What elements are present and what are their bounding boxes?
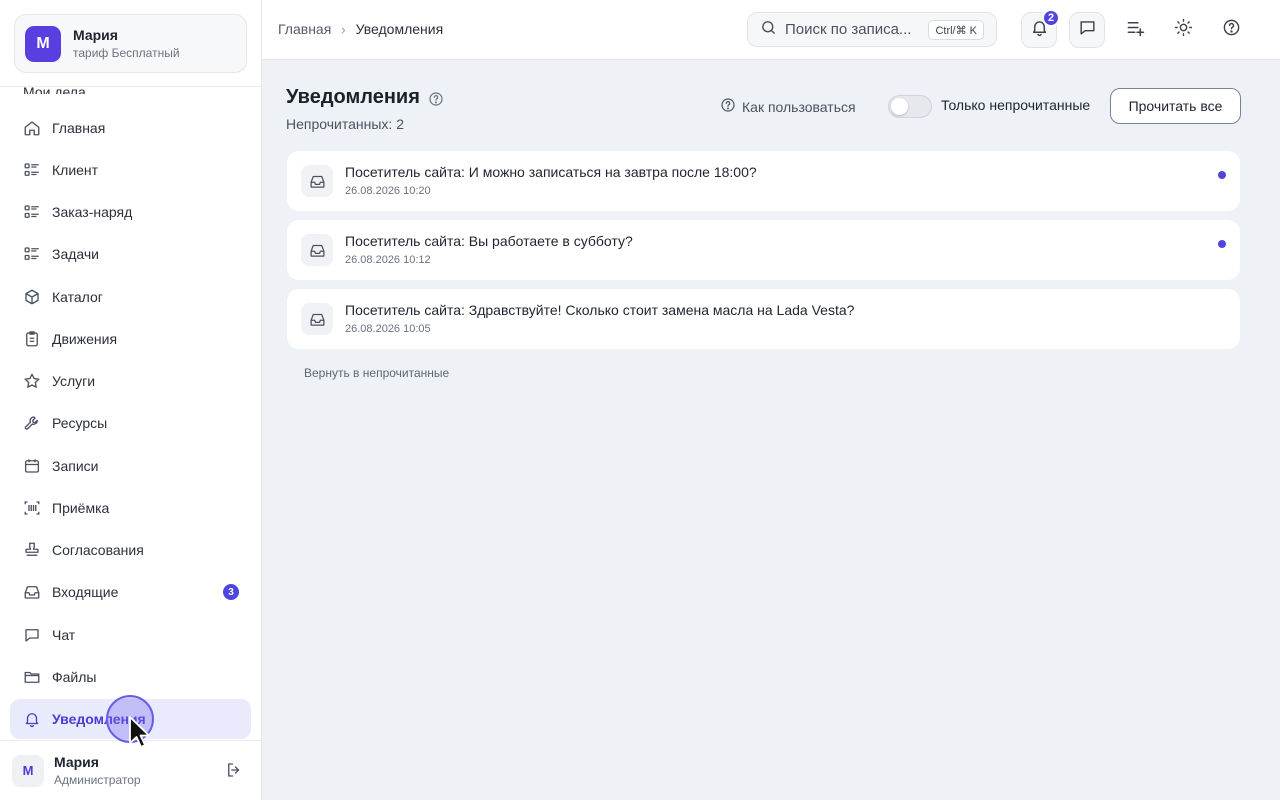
sidebar-item-inbox[interactable]: Входящие 3 <box>10 572 251 612</box>
list-icon <box>23 203 41 221</box>
sidebar-item-home[interactable]: Главная <box>10 108 251 148</box>
barcode-icon <box>23 499 41 517</box>
star-icon <box>23 372 41 390</box>
messages-button[interactable] <box>1069 12 1105 48</box>
sidebar-item-work-order[interactable]: Заказ-наряд <box>10 192 251 232</box>
help-icon <box>1222 18 1241 42</box>
list-icon <box>23 161 41 179</box>
search-input[interactable]: Поиск по записа... Ctrl/⌘ K <box>747 12 997 47</box>
notification-time: 26.08.2026 10:05 <box>345 323 431 335</box>
help-icon <box>720 97 742 116</box>
notification-text: Посетитель сайта: Вы работаете в субботу… <box>345 233 633 249</box>
logout-icon[interactable] <box>225 761 243 779</box>
wrench-icon <box>23 414 41 432</box>
unread-only-label: Только непрочитанные <box>941 97 1091 113</box>
inbox-count-badge: 3 <box>223 584 239 600</box>
mark-unread-link[interactable]: Вернуть в непрочитанные <box>304 366 449 380</box>
search-shortcut: Ctrl/⌘ K <box>928 20 984 40</box>
chat-icon <box>23 626 41 644</box>
unread-only-toggle[interactable] <box>888 95 932 118</box>
sidebar-item-services[interactable]: Услуги <box>10 361 251 401</box>
inbox-icon <box>301 303 333 335</box>
account-name: Мария <box>73 27 118 43</box>
folder-icon <box>23 668 41 686</box>
notification-item[interactable]: Посетитель сайта: И можно записаться на … <box>287 151 1240 211</box>
notifications-button[interactable]: 2 <box>1021 9 1060 48</box>
topbar: Главная › Уведомления Поиск по записа...… <box>262 0 1280 60</box>
read-all-button[interactable]: Прочитать все <box>1110 88 1241 124</box>
mouse-cursor-icon <box>129 716 150 748</box>
chat-icon <box>1078 18 1097 42</box>
breadcrumb-home-link[interactable]: Главная <box>278 21 331 37</box>
home-icon <box>23 119 41 137</box>
breadcrumb-current: Уведомления <box>355 21 444 37</box>
how-to-use-link[interactable]: Как пользоваться <box>720 97 856 116</box>
account-avatar: М <box>25 25 61 62</box>
notification-item[interactable]: Посетитель сайта: Вы работаете в субботу… <box>287 220 1240 280</box>
sidebar-item-catalog[interactable]: Каталог <box>10 277 251 317</box>
user-name: Мария <box>54 754 99 770</box>
user-avatar: М <box>12 754 44 787</box>
sidebar-item-tasks[interactable]: Задачи <box>10 234 251 274</box>
sidebar-divider <box>0 86 261 87</box>
inbox-icon <box>23 583 41 601</box>
sidebar-nav: Мои дела Главная Клиент Заказ-наряд Зада… <box>10 76 251 741</box>
sidebar-item-appointments[interactable]: Записи <box>10 446 251 486</box>
inbox-icon <box>301 165 333 197</box>
sidebar-item-my-tasks-partial[interactable]: Мои дела <box>23 76 86 94</box>
clipboard-icon <box>23 330 41 348</box>
notification-text: Посетитель сайта: И можно записаться на … <box>345 164 757 180</box>
unread-dot <box>1218 171 1226 179</box>
account-switcher[interactable]: М Мария тариф Бесплатный <box>14 14 247 73</box>
unread-count: Непрочитанных: 2 <box>286 116 404 132</box>
user-role: Администратор <box>54 773 141 787</box>
chevron-right-icon: › <box>341 21 346 37</box>
unread-dot <box>1218 240 1226 248</box>
notification-time: 26.08.2026 10:12 <box>345 254 431 266</box>
list-icon <box>23 245 41 263</box>
box-icon <box>23 288 41 306</box>
notification-text: Посетитель сайта: Здравствуйте! Сколько … <box>345 302 855 318</box>
sidebar-item-movements[interactable]: Движения <box>10 319 251 359</box>
task-list-button[interactable] <box>1117 12 1153 48</box>
toggle-knob <box>891 98 908 115</box>
notification-time: 26.08.2026 10:20 <box>345 185 431 197</box>
sidebar-item-resources[interactable]: Ресурсы <box>10 403 251 443</box>
notifications-badge: 2 <box>1042 9 1060 27</box>
sidebar-item-intake[interactable]: Приёмка <box>10 488 251 528</box>
sidebar-item-client[interactable]: Клиент <box>10 150 251 190</box>
theme-toggle-button[interactable] <box>1165 12 1201 48</box>
account-plan: тариф Бесплатный <box>73 46 180 60</box>
list-add-icon <box>1126 18 1145 42</box>
sun-icon <box>1174 18 1193 42</box>
bell-icon <box>23 710 41 728</box>
calendar-icon <box>23 457 41 475</box>
breadcrumb: Главная › Уведомления <box>278 21 443 37</box>
stamp-icon <box>23 541 41 559</box>
sidebar-item-approvals[interactable]: Согласования <box>10 530 251 570</box>
search-icon <box>760 19 777 41</box>
help-button[interactable] <box>1213 12 1249 48</box>
help-icon[interactable] <box>428 90 444 106</box>
notification-item[interactable]: Посетитель сайта: Здравствуйте! Сколько … <box>287 289 1240 349</box>
user-profile[interactable]: М Мария Администратор <box>0 740 261 800</box>
sidebar-item-files[interactable]: Файлы <box>10 657 251 697</box>
sidebar: М Мария тариф Бесплатный Мои дела Главна… <box>0 0 262 800</box>
inbox-icon <box>301 234 333 266</box>
search-placeholder: Поиск по записа... <box>785 21 912 38</box>
page-title: Уведомления <box>286 86 444 109</box>
sidebar-item-chat[interactable]: Чат <box>10 615 251 655</box>
